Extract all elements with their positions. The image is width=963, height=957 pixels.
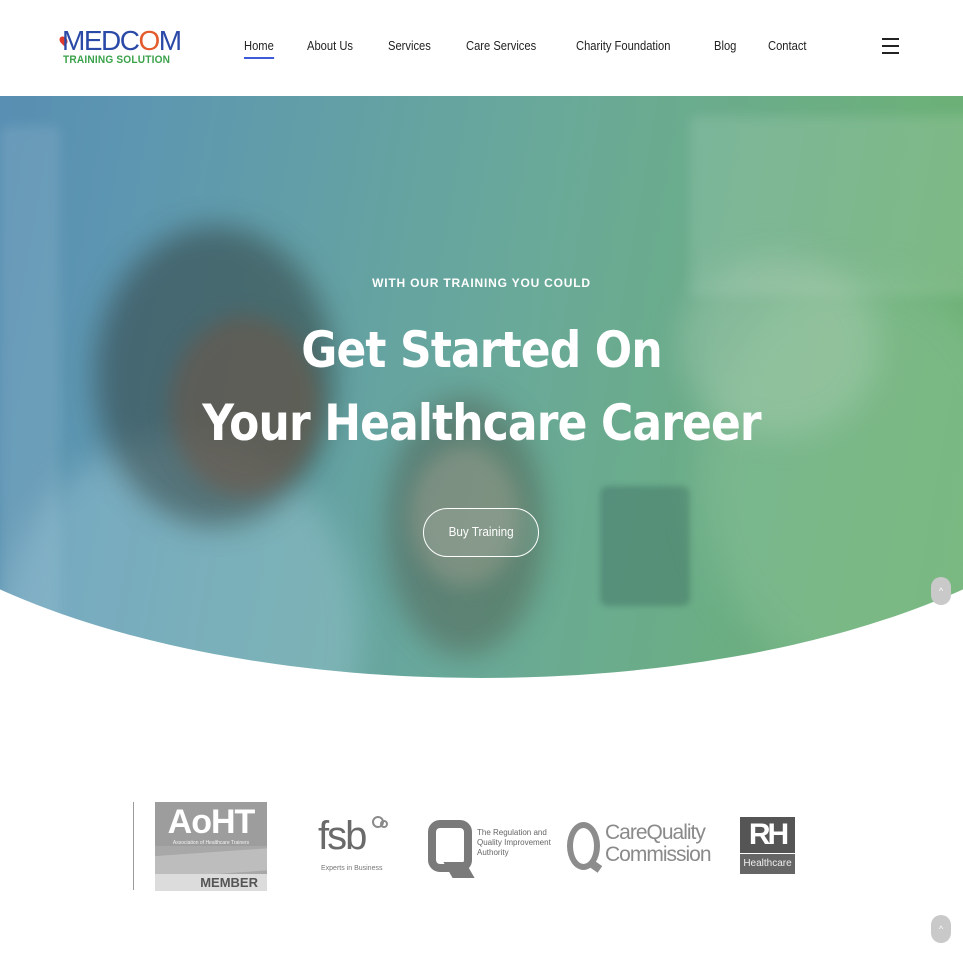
- site-header: MEDCOM TRAINING SOLUTION Home About Us S…: [0, 0, 963, 96]
- aoht-subtitle: Association of Healthcare Trainers: [172, 840, 250, 846]
- chevron-up-icon[interactable]: ^: [931, 915, 951, 943]
- hero-bg-medical-device: [600, 486, 690, 606]
- rqia-line-2: Quality Improvement: [477, 838, 551, 847]
- nav-item-charity-foundation[interactable]: Charity Foundation: [576, 37, 670, 57]
- hamburger-line: [882, 38, 899, 40]
- logo-wordmark: MEDCOM: [62, 25, 182, 56]
- cqc-text: CareQuality Commission: [605, 821, 712, 866]
- hero-kicker: WITH OUR TRAINING YOU COULD: [372, 276, 591, 290]
- rh-mark: RH: [740, 817, 795, 853]
- cqc-line-1: CareQuality: [605, 821, 706, 844]
- logo-tagline: TRAINING SOLUTION: [63, 54, 171, 66]
- rqia-line-1: The Regulation and: [477, 828, 547, 837]
- hamburger-line: [882, 45, 899, 47]
- fsb-swirl-icon: [380, 820, 388, 828]
- buy-training-button[interactable]: Buy Training: [423, 508, 539, 557]
- fsb-tagline: Experts in Business: [321, 865, 383, 872]
- cqc-line-2: Commission: [605, 843, 712, 866]
- rqia-logo: The Regulation and Quality Improvement A…: [428, 820, 554, 882]
- rh-label: Healthcare: [740, 854, 795, 874]
- aoht-member-label: MEMBER: [200, 875, 258, 890]
- hero-title-line-1: Get Started On: [301, 321, 662, 379]
- rqia-text: The Regulation and Quality Improvement A…: [477, 828, 551, 858]
- buy-training-label: Buy Training: [448, 524, 514, 539]
- nav-item-care-services[interactable]: Care Services: [466, 37, 536, 57]
- nav-item-contact[interactable]: Contact: [768, 37, 807, 57]
- nav-item-about-us[interactable]: About Us: [307, 37, 353, 57]
- hero-title-line-2: Your Healthcare Career: [202, 394, 761, 452]
- cqc-logo: CareQuality Commission: [567, 812, 712, 882]
- cqc-q-tail: [587, 859, 603, 873]
- partners-divider: [133, 802, 134, 890]
- fsb-logo: fsb Experts in Business: [318, 816, 398, 876]
- medcom-logo[interactable]: MEDCOM TRAINING SOLUTION: [57, 27, 182, 69]
- nav-item-blog[interactable]: Blog: [714, 37, 736, 57]
- nav-item-home[interactable]: Home: [244, 37, 274, 59]
- rqia-line-3: Authority: [477, 848, 509, 857]
- partner-logos: AoHT Association of Healthcare Trainers …: [0, 800, 963, 895]
- nav-item-services[interactable]: Services: [388, 37, 431, 57]
- aoht-member-logo: AoHT Association of Healthcare Trainers …: [155, 802, 267, 891]
- hero-title: Get Started On Your Healthcare Career: [0, 314, 963, 460]
- main-nav: Home About Us Services Care Services Cha…: [244, 37, 840, 59]
- hamburger-icon[interactable]: [882, 38, 899, 54]
- chevron-up-icon[interactable]: ^: [931, 577, 951, 605]
- hamburger-line: [882, 52, 899, 54]
- rh-healthcare-logo: RH Healthcare: [740, 817, 796, 875]
- hero-section: WITH OUR TRAINING YOU COULD Get Started …: [0, 96, 963, 678]
